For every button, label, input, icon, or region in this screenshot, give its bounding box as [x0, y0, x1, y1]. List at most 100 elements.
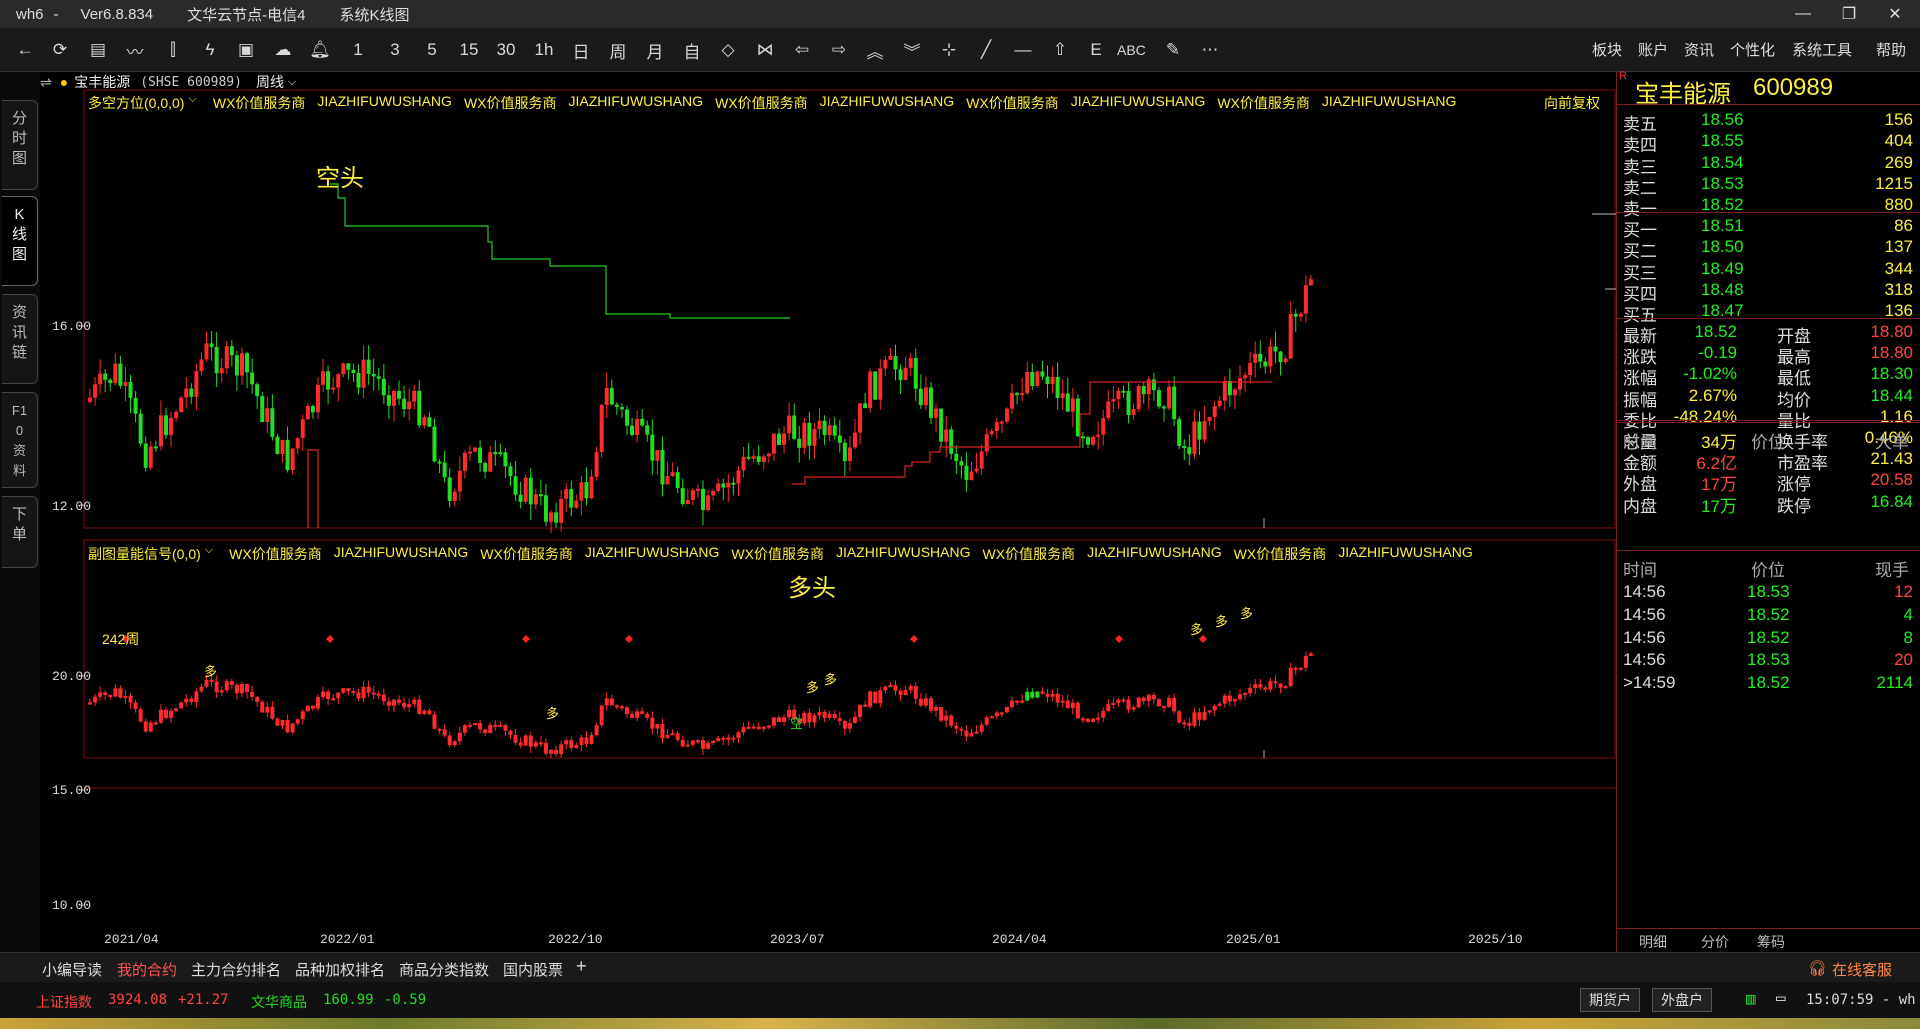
- link-icon[interactable]: ⇌: [40, 74, 52, 91]
- tab-weighted-rank[interactable]: 品种加权排名: [295, 959, 385, 980]
- index1-name[interactable]: 上证指数: [36, 992, 92, 1012]
- candle-body: [356, 373, 361, 388]
- period-month[interactable]: 月: [642, 36, 668, 64]
- candle-body: [260, 396, 265, 423]
- sub-candle-body: [381, 694, 386, 702]
- menu-news[interactable]: 资讯: [1684, 39, 1714, 60]
- period-5m[interactable]: 5: [419, 36, 445, 64]
- candle-body: [756, 456, 761, 462]
- more-icon[interactable]: ⋯: [1197, 36, 1223, 64]
- tab-commodity-index[interactable]: 商品分类指数: [399, 959, 489, 980]
- candle-body: [361, 359, 366, 388]
- sub-candle-body: [984, 717, 989, 725]
- up-arrow-icon[interactable]: ⇧: [1047, 36, 1073, 64]
- menu-personalize[interactable]: 个性化: [1730, 39, 1775, 60]
- flash-order-icon[interactable]: ϟ: [197, 36, 223, 64]
- server-node[interactable]: 文华云节点-电信4: [187, 4, 305, 25]
- period-1m[interactable]: 1: [345, 36, 371, 64]
- tick-row[interactable]: >14:59 18.52 2114: [1621, 671, 1917, 697]
- foreign-account-button[interactable]: 外盘户: [1652, 988, 1712, 1012]
- menu-system-tools[interactable]: 系统工具: [1792, 39, 1852, 60]
- pen-icon[interactable]: ✎: [1160, 36, 1186, 64]
- tab-timeshare[interactable]: 分时图: [2, 100, 38, 190]
- candle-body: [1070, 398, 1075, 412]
- sub-candle-body: [528, 735, 533, 747]
- candle-body: [93, 384, 98, 398]
- stat-value: 18.80: [1870, 343, 1913, 363]
- period-3m[interactable]: 3: [382, 36, 408, 64]
- right-arrow-icon[interactable]: ⇨: [826, 36, 852, 64]
- alert-bell-icon[interactable]: 🔔︎: [307, 36, 333, 64]
- add-tab-button[interactable]: +: [576, 956, 587, 977]
- candle-body: [1004, 408, 1009, 422]
- chevron-down-icon[interactable]: ⌵: [188, 93, 196, 113]
- back-arrow-icon[interactable]: ←: [12, 36, 38, 64]
- tab-order[interactable]: 下单: [2, 496, 38, 568]
- sub-indicator-name[interactable]: 副图量能信号(0,0): [88, 544, 201, 564]
- tab-detail[interactable]: 明细: [1639, 932, 1667, 952]
- headset-icon[interactable]: 🎧︎: [1808, 959, 1827, 977]
- line-chart-icon[interactable]: 〰: [122, 36, 148, 64]
- col-time: 时间: [1623, 433, 1657, 452]
- tab-my-contracts[interactable]: 我的合约: [117, 959, 178, 984]
- zoom-out-icon[interactable]: ◇: [715, 36, 741, 64]
- up-chevron-icon[interactable]: ︽: [862, 36, 888, 64]
- left-arrow-icon[interactable]: ⇦: [789, 36, 815, 64]
- sub-candle-body: [98, 692, 103, 697]
- tab-kline[interactable]: K线图: [2, 196, 38, 286]
- crosshair-icon[interactable]: ⊹: [936, 36, 962, 64]
- candle-icon[interactable]: ⫿: [160, 36, 186, 64]
- hline-icon[interactable]: —: [1010, 36, 1036, 64]
- stat-row[interactable]: 内盘 17万 跌停 16.84: [1621, 490, 1917, 516]
- period-custom[interactable]: 自: [679, 36, 705, 64]
- kline-chart[interactable]: 多多多多多多多空: [40, 72, 1616, 952]
- period-day[interactable]: 日: [568, 36, 594, 64]
- tab-main-contract-rank[interactable]: 主力合约排名: [191, 959, 281, 980]
- minimize-icon[interactable]: —: [1780, 0, 1826, 28]
- monitor-icon[interactable]: ▭: [1776, 988, 1786, 1007]
- period-select[interactable]: 周线: [256, 72, 284, 92]
- draw-line-icon[interactable]: ╱: [973, 36, 999, 64]
- refresh-icon[interactable]: ⟳: [47, 36, 73, 64]
- kline-chart-area[interactable]: 多多多多多多多空 ⇌ ● 宝丰能源 (SHSE 600989) 周线 ⌵ 多空方…: [40, 72, 1616, 952]
- candle-body: [888, 355, 893, 360]
- online-service-link[interactable]: 在线客服: [1832, 959, 1892, 980]
- futures-account-button[interactable]: 期货户: [1580, 988, 1640, 1012]
- main-indicator-name[interactable]: 多空方位(0,0,0): [88, 93, 184, 113]
- sub-candle-body: [858, 704, 863, 717]
- adjust-mode[interactable]: 向前复权: [1544, 93, 1600, 113]
- sub-candle-body: [1212, 705, 1217, 711]
- chart-stock-name[interactable]: 宝丰能源: [74, 72, 130, 92]
- period-week[interactable]: 周: [605, 36, 631, 64]
- menu-help[interactable]: 帮助: [1876, 39, 1906, 60]
- chevron-down-icon[interactable]: ⌵: [288, 76, 296, 89]
- fib-icon[interactable]: Ε: [1083, 36, 1109, 64]
- tab-domestic-stocks[interactable]: 国内股票: [503, 959, 563, 980]
- tab-f10[interactable]: F10资料: [2, 392, 38, 488]
- cloud-icon[interactable]: ☁: [270, 36, 296, 64]
- tab-news-chain[interactable]: 资讯链: [2, 294, 38, 384]
- period-30m[interactable]: 30: [493, 36, 519, 64]
- zoom-in-icon[interactable]: ⋈: [752, 36, 778, 64]
- menu-sector[interactable]: 板块: [1592, 39, 1622, 60]
- close-icon[interactable]: ✕: [1872, 0, 1918, 28]
- sub-candle-body: [432, 714, 437, 729]
- period-15m[interactable]: 15: [456, 36, 482, 64]
- quote-list-icon[interactable]: ▤: [85, 36, 111, 64]
- candle-body: [837, 435, 842, 443]
- period-1h[interactable]: 1h: [531, 36, 557, 64]
- restore-icon[interactable]: ❐: [1826, 0, 1872, 28]
- tab-chips[interactable]: 筹码: [1757, 932, 1785, 952]
- tick-time: 14:56: [1623, 627, 1666, 647]
- board-icon[interactable]: ▣: [233, 36, 259, 64]
- tab-editor-guide[interactable]: 小编导读: [42, 959, 102, 980]
- menu-account[interactable]: 账户: [1638, 39, 1668, 60]
- index2-name[interactable]: 文华商品: [251, 992, 307, 1012]
- text-tool[interactable]: ABC: [1117, 36, 1146, 64]
- sub-candle-body: [1278, 683, 1283, 688]
- down-chevron-icon[interactable]: ︾: [899, 36, 925, 64]
- chevron-down-icon[interactable]: ⌵: [205, 544, 213, 564]
- sub-candle-body: [163, 709, 168, 718]
- sub-candle-body: [599, 705, 604, 725]
- tab-price-dist[interactable]: 分价: [1701, 932, 1729, 952]
